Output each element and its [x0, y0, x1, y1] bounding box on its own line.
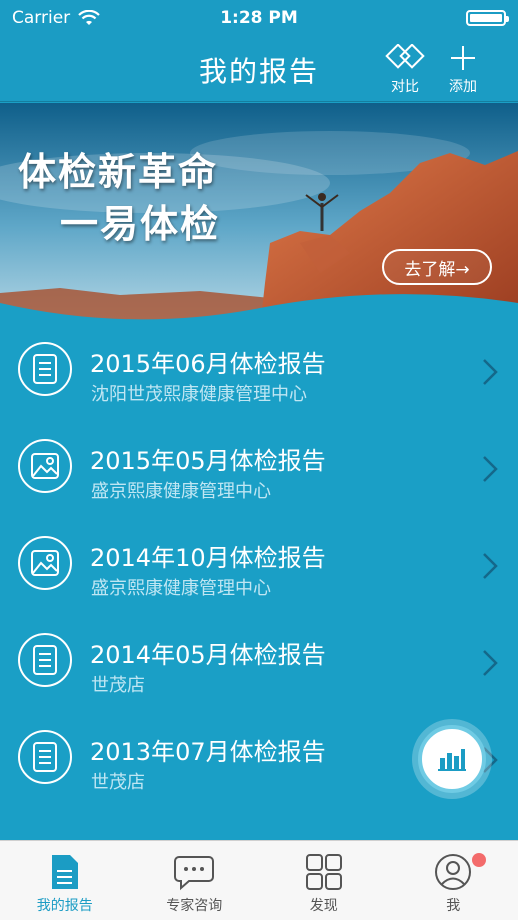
page-title: 我的报告 [198, 55, 319, 88]
report-subtitle: 沈阳世茂熙康健康管理中心 [91, 384, 307, 405]
compare-button[interactable]: 对比 [384, 44, 426, 96]
tab-label: 我 [446, 898, 461, 914]
plus-icon [451, 46, 475, 70]
compare-label: 对比 [391, 79, 419, 95]
chevron-right-icon [483, 553, 498, 579]
nav-bar: 我的报告 对比 添加 [0, 36, 518, 102]
tab-my-reports[interactable]: 我的报告 [0, 841, 130, 920]
tab-bar: 我的报告 专家咨询 发现 我 [0, 840, 518, 920]
chart-fab-button[interactable] [418, 725, 486, 793]
tab-me[interactable]: 我 [389, 841, 518, 920]
image-icon [18, 439, 72, 493]
grid-icon [305, 854, 342, 890]
report-title: 2015年06月体检报告 [90, 350, 326, 378]
carrier-label: Carrier [12, 8, 71, 28]
chevron-right-icon [483, 650, 498, 676]
compare-icon [385, 44, 425, 69]
person-icon [435, 854, 472, 890]
add-button[interactable]: 添加 [448, 44, 478, 96]
banner-subheadline: 一易体检 [60, 202, 221, 246]
report-title: 2014年10月体检报告 [90, 544, 326, 572]
document-icon [18, 730, 72, 784]
wifi-icon [78, 10, 100, 25]
report-subtitle: 世茂店 [91, 772, 145, 793]
report-item-3[interactable]: 2014年05月体检报告 世茂店 [0, 613, 518, 710]
banner-headline: 体检新革命 [18, 150, 219, 194]
add-label: 添加 [449, 79, 477, 95]
report-icon [51, 855, 78, 889]
status-time: 1:28 PM [220, 8, 298, 28]
tab-expert-consult[interactable]: 专家咨询 [130, 841, 260, 920]
chat-icon [174, 856, 215, 891]
report-item-1[interactable]: 2015年05月体检报告 盛京熙康健康管理中心 [0, 419, 518, 516]
tab-label: 专家咨询 [166, 898, 223, 914]
promo-banner[interactable]: 体检新革命 一易体检 去了解→ [0, 103, 518, 328]
battery-icon [466, 10, 509, 26]
report-item-2[interactable]: 2014年10月体检报告 盛京熙康健康管理中心 [0, 516, 518, 613]
chevron-right-icon [483, 359, 498, 385]
report-subtitle: 盛京熙康健康管理中心 [91, 481, 271, 502]
report-item-0[interactable]: 2015年06月体检报告 沈阳世茂熙康健康管理中心 [0, 322, 518, 419]
document-icon [18, 342, 72, 396]
report-title: 2013年07月体检报告 [90, 738, 326, 766]
report-title: 2015年05月体检报告 [90, 447, 326, 475]
report-subtitle: 盛京熙康健康管理中心 [91, 578, 271, 599]
bar-chart-icon [438, 749, 466, 771]
tab-discover[interactable]: 发现 [259, 841, 389, 920]
image-icon [18, 536, 72, 590]
chevron-right-icon [483, 456, 498, 482]
notification-badge [471, 853, 486, 867]
tab-label: 我的报告 [36, 898, 93, 914]
report-title: 2014年05月体检报告 [90, 641, 326, 669]
tab-label: 发现 [309, 898, 338, 914]
document-icon [18, 633, 72, 687]
report-subtitle: 世茂店 [91, 675, 145, 696]
status-bar: Carrier 1:28 PM [0, 0, 518, 36]
learn-more-button[interactable]: 去了解→ [382, 249, 492, 285]
